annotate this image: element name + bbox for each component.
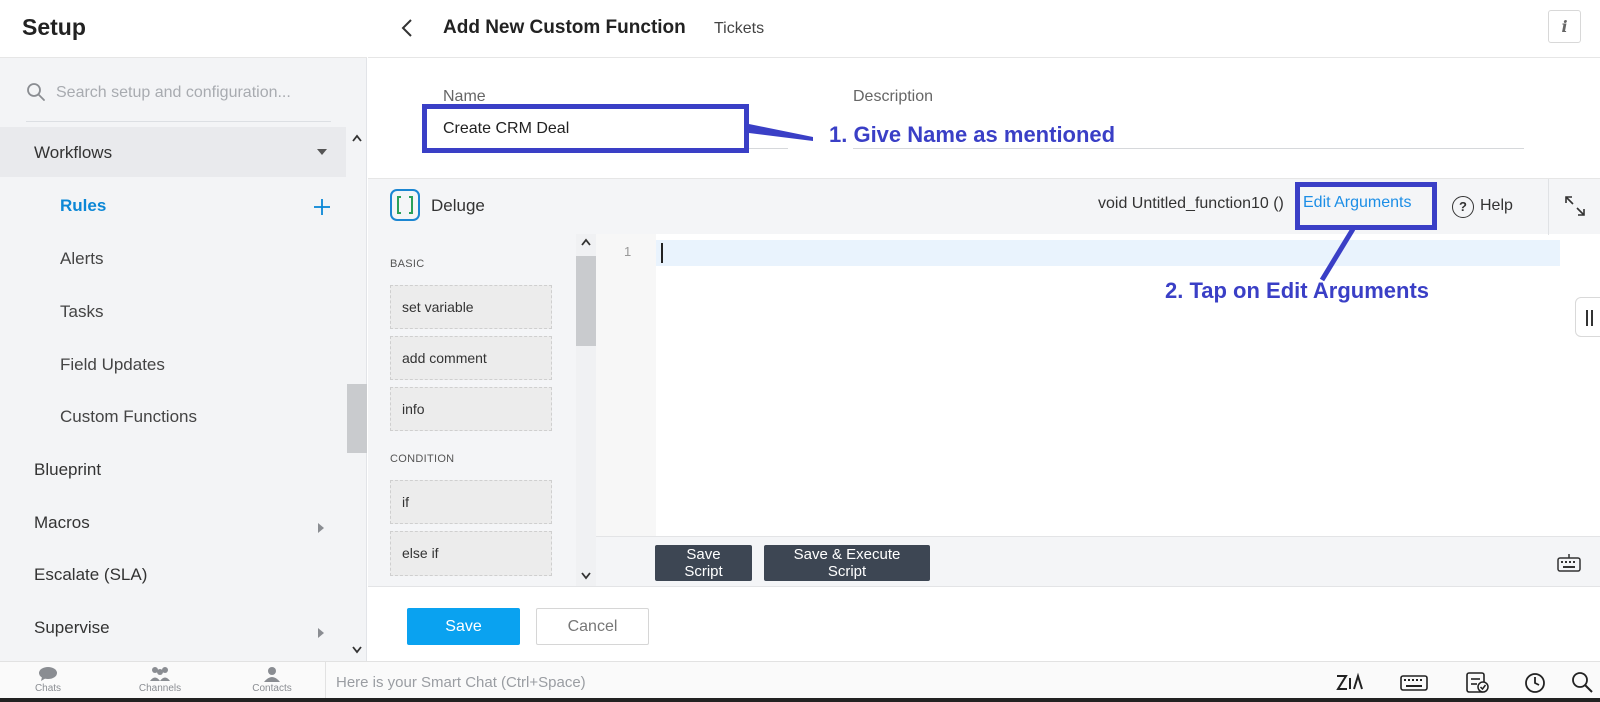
sidebar-item-tasks[interactable]: Tasks bbox=[60, 302, 103, 322]
scroll-down-icon[interactable] bbox=[352, 646, 362, 654]
line-number-gutter bbox=[596, 234, 656, 536]
help-link[interactable]: Help bbox=[1480, 197, 1513, 215]
palette-category-basic: BASIC bbox=[390, 258, 425, 270]
info-icon[interactable]: i bbox=[1548, 10, 1581, 43]
palette-item-set-variable[interactable]: set variable bbox=[390, 285, 552, 329]
line-number: 1 bbox=[624, 244, 632, 259]
editor-language-label: Deluge bbox=[431, 196, 485, 215]
chevron-right-icon bbox=[318, 523, 324, 533]
sidebar-item-rules[interactable]: Rules bbox=[60, 196, 106, 216]
sidebar-title: Setup bbox=[22, 14, 86, 40]
expand-icon[interactable] bbox=[1564, 195, 1586, 217]
sidebar-item-escalate-sla[interactable]: Escalate (SLA) bbox=[34, 565, 147, 585]
toolbar-divider bbox=[1548, 179, 1549, 235]
palette-item-info[interactable]: info bbox=[390, 387, 552, 431]
contacts-label: Contacts bbox=[252, 683, 292, 694]
chats-label: Chats bbox=[34, 683, 62, 694]
module-name: Tickets bbox=[714, 20, 765, 37]
scroll-up-icon[interactable] bbox=[352, 134, 362, 142]
palette-item-add-comment[interactable]: add comment bbox=[390, 336, 552, 380]
annotation-step-2: 2. Tap on Edit Arguments bbox=[1165, 278, 1430, 303]
sidebar-item-alerts[interactable]: Alerts bbox=[60, 249, 103, 269]
chats-shortcut[interactable]: Chats bbox=[8, 664, 88, 694]
help-icon[interactable]: ? bbox=[1452, 196, 1474, 218]
setup-sidebar: Setup Workflows Rules Alerts Tasks Field… bbox=[0, 0, 367, 661]
page-header: Add New Custom Function Tickets i bbox=[368, 0, 1600, 58]
smart-chat-bar bbox=[325, 662, 1325, 702]
annotation-step-1: 1. Give Name as mentioned bbox=[829, 122, 1116, 147]
chat-bubble-icon bbox=[39, 667, 57, 681]
code-editor[interactable] bbox=[656, 240, 1560, 266]
chevron-right-icon bbox=[318, 628, 324, 638]
clock-icon[interactable] bbox=[1524, 672, 1546, 694]
sidebar-item-field-updates[interactable]: Field Updates bbox=[60, 355, 165, 375]
setup-search bbox=[26, 78, 331, 122]
deluge-logo-icon bbox=[390, 189, 420, 221]
cancel-button[interactable]: Cancel bbox=[536, 608, 649, 645]
content-divider bbox=[368, 586, 1600, 587]
page-title: Add New Custom Function bbox=[443, 17, 686, 38]
sidebar-item-custom-functions[interactable]: Custom Functions bbox=[60, 407, 197, 427]
function-signature: void Untitled_function10 () bbox=[1098, 195, 1284, 212]
sidebar-item-supervise[interactable]: Supervise bbox=[34, 618, 110, 638]
save-button[interactable]: Save bbox=[407, 608, 520, 645]
back-arrow-icon[interactable] bbox=[400, 18, 414, 38]
sidebar-header: Setup bbox=[0, 0, 367, 58]
grip-bar bbox=[1586, 310, 1588, 326]
sidebar-item-workflows-label: Workflows bbox=[34, 143, 113, 162]
annotation-highlight-name bbox=[422, 104, 749, 153]
search-icon bbox=[27, 83, 45, 101]
smart-chat-input[interactable] bbox=[336, 671, 936, 693]
window-bottom-edge bbox=[0, 698, 1600, 702]
palette-scrollbar[interactable] bbox=[576, 234, 596, 586]
sidebar-scrollbar-thumb[interactable] bbox=[347, 384, 367, 453]
chevron-down-icon bbox=[317, 149, 327, 155]
side-panel-handle[interactable] bbox=[1575, 297, 1600, 337]
annotation-highlight-edit-arguments bbox=[1295, 182, 1437, 230]
deluge-task-palette: BASIC set variable add comment info COND… bbox=[368, 234, 593, 586]
scroll-down-icon[interactable] bbox=[581, 572, 591, 580]
palette-item-if[interactable]: if bbox=[390, 480, 552, 524]
palette-category-condition: CONDITION bbox=[390, 453, 455, 465]
annotation-connector-1 bbox=[749, 124, 813, 141]
contact-person-icon bbox=[264, 667, 280, 682]
sidebar-item-macros[interactable]: Macros bbox=[34, 513, 90, 533]
add-rule-icon[interactable] bbox=[313, 198, 331, 216]
sidebar-scrollbar[interactable] bbox=[347, 130, 367, 660]
global-search-icon[interactable] bbox=[1571, 671, 1593, 693]
contacts-shortcut[interactable]: Contacts bbox=[232, 664, 312, 694]
save-script-button[interactable]: Save Script bbox=[655, 545, 752, 581]
search-input[interactable] bbox=[56, 80, 331, 106]
tasks-checklist-icon[interactable] bbox=[1466, 672, 1490, 694]
keyboard-icon[interactable] bbox=[1400, 675, 1428, 691]
sidebar-item-blueprint[interactable]: Blueprint bbox=[34, 460, 101, 480]
bottom-toolbar: Chats Channels Contacts bbox=[0, 661, 1600, 702]
palette-item-else-if[interactable]: else if bbox=[390, 531, 552, 576]
channels-shortcut[interactable]: Channels bbox=[120, 664, 200, 694]
zia-icon[interactable] bbox=[1335, 672, 1363, 692]
text-caret bbox=[661, 243, 663, 263]
channels-label: Channels bbox=[138, 683, 182, 694]
grip-bar bbox=[1591, 310, 1593, 326]
channels-icon bbox=[150, 667, 170, 681]
save-execute-script-button[interactable]: Save & Execute Script bbox=[764, 545, 930, 581]
keyboard-shortcuts-icon[interactable] bbox=[1557, 554, 1581, 572]
palette-scrollbar-thumb[interactable] bbox=[576, 256, 596, 346]
description-label: Description bbox=[853, 88, 934, 105]
description-field[interactable] bbox=[853, 148, 1524, 149]
scroll-up-icon[interactable] bbox=[581, 238, 591, 246]
script-action-bar: Save Script Save & Execute Script bbox=[596, 536, 1600, 586]
